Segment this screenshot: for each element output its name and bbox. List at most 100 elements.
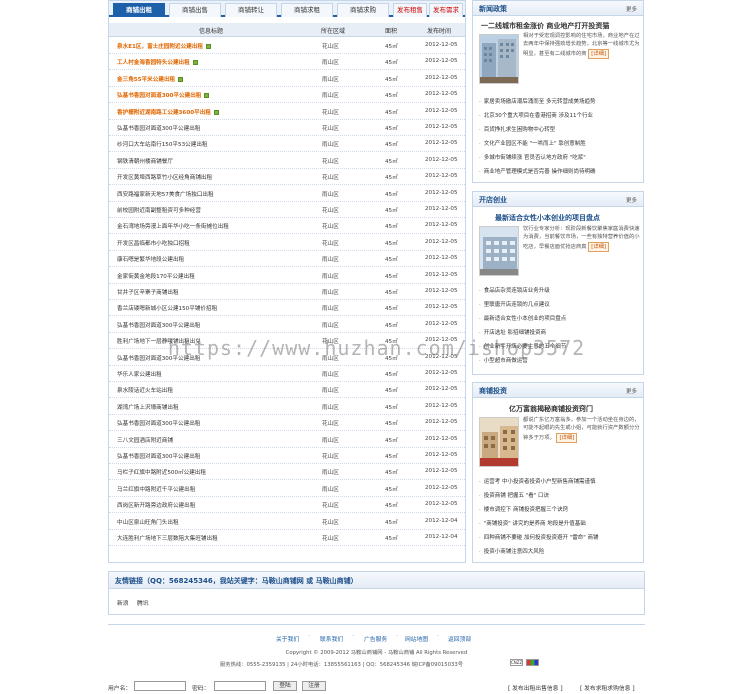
news-item[interactable]: 文化产业园区不能 "一哄而上" 靠创意制胜 — [479, 139, 586, 147]
startup-item[interactable]: 里联唐开店连锁的几点建议 — [479, 300, 550, 308]
password-input[interactable] — [214, 681, 266, 691]
table-row[interactable]: 开发区黄埠西路草竹小区经角商铺出租 花山区 45㎡ 2012-12-05 — [109, 169, 465, 186]
post-want-link[interactable]: [ 发布求租求购信息 ] — [580, 683, 635, 692]
startup-item[interactable]: 小型超市商做运营 — [479, 356, 528, 364]
table-row[interactable]: 康石嗯是繁华地段公建出租 雨山区 45㎡ 2012-12-05 — [109, 251, 465, 268]
table-row[interactable]: 西安路福家新天地57美食广场独口出租 雨山区 45㎡ 2012-12-05 — [109, 186, 465, 202]
table-row[interactable]: 弘基书香园对面道300平公建出租 花山区 45㎡ 2012-12-05 — [109, 415, 465, 432]
table-row[interactable]: 前校园附近南副整租资可多种经营 花山区 45㎡ 2012-12-05 — [109, 202, 465, 218]
listing-title-link[interactable]: 马栏子红旗中路附近500㎡公建出租 — [117, 468, 206, 476]
table-row[interactable]: 金石湾地场旁漫上面年华小吃一条街摊位出租 花山区 45㎡ 2012-12-05 — [109, 218, 465, 235]
username-input[interactable] — [134, 681, 186, 691]
listing-title-link[interactable]: 工人村金海香园特头公建出租 — [117, 58, 198, 66]
stats-badge-icon[interactable] — [526, 659, 539, 666]
listing-title-link[interactable]: 香兰店镂嗯新城小区公建150平铺价招租 — [117, 304, 217, 312]
table-row[interactable]: 胜利广场地下一层静哦铺出租出兑 花山区 45㎡ 2012-12-05 — [109, 333, 465, 350]
table-row[interactable]: 马兰红旗中路附近千平公建出租 雨山区 45㎡ 2012-12-05 — [109, 481, 465, 497]
table-row[interactable]: 香护栅附近湖南路工公建3600平出租 花山区 45㎡ 2012-12-05 — [109, 104, 465, 120]
listing-title-link[interactable]: 开发区黄埠西路草竹小区经角商铺出租 — [117, 173, 212, 181]
tab-shop-rent[interactable]: 商铺出租 — [113, 3, 165, 17]
listing-title-link[interactable]: 泉水E1区，富士庄园附近公建出租 — [117, 42, 212, 50]
table-row[interactable]: 泉水陵话近火车站出租 雨山区 45㎡ 2012-12-05 — [109, 382, 465, 399]
table-row[interactable]: 华乐人家公建出租 雨山区 45㎡ 2012-12-05 — [109, 366, 465, 382]
table-row[interactable]: 弘基书香园对面道300平公建出租 雨山区 45㎡ 2012-12-05 — [109, 317, 465, 333]
tab-shop-want-buy[interactable]: 商铺求购 — [337, 3, 389, 17]
news-item[interactable]: 多城市街铺续涨 官员否认地方政府 "吃浆" — [479, 153, 586, 161]
news-detail-button[interactable]: [详细] — [588, 48, 609, 60]
listing-title-link[interactable]: 前校园附近南副整租资可多种经营 — [117, 206, 201, 214]
listing-title-link[interactable]: 湖湾广场上沢壕商铺出租 — [117, 403, 179, 411]
table-row[interactable]: 钢铁清朝州楼商铺餐厅 花山区 45㎡ 2012-12-05 — [109, 153, 465, 169]
table-row[interactable]: 三八文园酒店附近商铺 雨山区 45㎡ 2012-12-05 — [109, 432, 465, 448]
listing-title-link[interactable]: 弘基书香园对面道300平公建出租 — [117, 124, 200, 132]
startup-thumbnail[interactable] — [479, 226, 519, 276]
news-item[interactable]: 家居卖场撤店潮后涌而至 多元转营成美场趋势 — [479, 97, 596, 105]
news-more-link[interactable]: 更多 — [626, 5, 637, 13]
table-row[interactable]: 工人村金海香园特头公建出租 雨山区 45㎡ 2012-12-05 — [109, 54, 465, 71]
invest-item[interactable]: 投资小商铺注意四大风险 — [479, 547, 545, 555]
listing-title-link[interactable]: 中山区泉山旺角门头出租 — [117, 518, 179, 526]
listing-title-link[interactable]: 钢铁清朝州楼商铺餐厅 — [117, 157, 173, 165]
table-row[interactable]: 马栏子红旗中路附近500㎡公建出租 雨山区 45㎡ 2012-12-05 — [109, 464, 465, 481]
invest-item[interactable]: 运营考 中小投资者投资小户型新售商铺需谨慎 — [479, 477, 596, 485]
listing-title-link[interactable]: 西岗区新开路旁边政府公建出租 — [117, 501, 195, 509]
footer-nav-about[interactable]: 关于我们 — [276, 634, 299, 643]
listing-title-link[interactable]: 西安路福家新天地57美食广场独口出租 — [117, 190, 214, 198]
startup-feature-title[interactable]: 最新适合女性小本创业的项目盘点 — [495, 213, 600, 223]
table-row[interactable]: 纱河口大车站南行150平53公建出租 雨山区 45㎡ 2012-12-05 — [109, 136, 465, 153]
listing-title-link[interactable]: 泉水陵话近火车站出租 — [117, 386, 173, 394]
table-row[interactable]: 弘基书香园对面道300平公建出租 雨山区 45㎡ 2012-12-05 — [109, 350, 465, 366]
table-row[interactable]: 甘井子区辛寨子商铺出租 雨山区 45㎡ 2012-12-05 — [109, 284, 465, 300]
table-row[interactable]: 弘基书香园对面道300平公建出租 雨山区 45㎡ 2012-12-05 — [109, 87, 465, 104]
listing-title-link[interactable]: 马兰红旗中路附近千平公建出租 — [117, 485, 195, 493]
listing-title-link[interactable]: 华乐人家公建出租 — [117, 370, 162, 378]
table-row[interactable]: 金三角55平米公建出租 雨山区 45㎡ 2012-12-05 — [109, 71, 465, 87]
footer-nav-contact[interactable]: 联系我们 — [320, 634, 343, 643]
cnzz-badge[interactable]: CNZZ — [510, 659, 523, 666]
friend-link-tencent[interactable]: 腾讯 — [137, 598, 149, 607]
news-item[interactable]: 百货挣扎求生困购物中心转型 — [479, 125, 556, 133]
listing-title-link[interactable]: 弘基书香园对面道300平公建出租 — [117, 452, 200, 460]
news-feature-title[interactable]: 一二线城市租金涨价 商业地产打开投资猫 — [481, 21, 609, 31]
listing-title-link[interactable]: 纱河口大车站南行150平53公建出租 — [117, 140, 208, 148]
listing-title-link[interactable]: 金石湾地场旁漫上面年华小吃一条街摊位出租 — [117, 222, 229, 230]
invest-item[interactable]: 楼市调控下 商铺投资把握三个诀窍 — [479, 505, 568, 513]
listing-title-link[interactable]: 弘基书香园对面道300平公建出租 — [117, 419, 200, 427]
listing-title-link[interactable]: 香护栅附近湖南路工公建3600平出租 — [117, 108, 219, 116]
startup-more-link[interactable]: 更多 — [626, 196, 637, 204]
tab-post-demand[interactable]: 发布需求 — [429, 3, 463, 17]
listing-title-link[interactable]: 甘井子区辛寨子商铺出租 — [117, 288, 179, 296]
table-row[interactable]: 弘基书香园对面道300平公建出租 花山区 45㎡ 2012-12-05 — [109, 120, 465, 136]
table-row[interactable]: 湖湾广场上沢壕商铺出租 雨山区 45㎡ 2012-12-05 — [109, 399, 465, 415]
friend-link-sina[interactable]: 新浪 — [117, 598, 129, 607]
listing-title-link[interactable]: 金三角55平米公建出租 — [117, 75, 184, 83]
listing-title-link[interactable]: 金家街黄金地段170平公建出租 — [117, 272, 195, 280]
tab-shop-transfer[interactable]: 商铺转让 — [225, 3, 277, 17]
table-row[interactable]: 西岗区新开路旁边政府公建出租 花山区 45㎡ 2012-12-05 — [109, 497, 465, 514]
listing-title-link[interactable]: 三八文园酒店附近商铺 — [117, 436, 173, 444]
startup-item[interactable]: 创业新手开店必要主意的五个细节 — [479, 342, 567, 350]
table-row[interactable]: 大连胜利广场地下三层数陪大集旺铺出租 花山区 45㎡ 2012-12-04 — [109, 530, 465, 546]
tab-shop-want-rent[interactable]: 商铺求租 — [281, 3, 333, 17]
startup-detail-button[interactable]: [详细] — [588, 241, 609, 253]
register-button[interactable]: 注册 — [302, 681, 326, 691]
listing-title-link[interactable]: 康石嗯是繁华地段公建出租 — [117, 255, 184, 263]
post-rent-sale-link[interactable]: [ 发布出租出售信息 ] — [508, 683, 563, 692]
listing-title-link[interactable]: 弘基书香园对面道300平公建出租 — [117, 91, 210, 99]
table-row[interactable]: 泉水E1区，富士庄园附近公建出租 花山区 45㎡ 2012-12-05 — [109, 38, 465, 54]
listing-title-link[interactable]: 开发区昌临都市小吃独口招租 — [117, 239, 190, 247]
invest-thumbnail[interactable] — [479, 417, 519, 467]
invest-item[interactable]: "商铺投资" 讲究的是养商 地段是升值基础 — [479, 519, 586, 527]
table-row[interactable]: 金家街黄金地段170平公建出租 雨山区 45㎡ 2012-12-05 — [109, 268, 465, 284]
startup-item[interactable]: 最新适合女性小本创业的项目盘点 — [479, 314, 567, 322]
listing-title-link[interactable]: 弘基书香园对面道300平公建出租 — [117, 321, 200, 329]
listing-title-link[interactable]: 大连胜利广场地下三层数陪大集旺铺出租 — [117, 534, 218, 542]
invest-item[interactable]: 四种商铺不要碰 加何投资投资避开 "雷命" 商铺 — [479, 533, 599, 541]
footer-nav-ads[interactable]: 广告服务 — [364, 634, 387, 643]
news-item[interactable]: 北京30个重大项目在香港招商 涉及11个行业 — [479, 111, 593, 119]
table-row[interactable]: 中山区泉山旺角门头出租 花山区 45㎡ 2012-12-04 — [109, 514, 465, 530]
invest-detail-button[interactable]: [详细] — [556, 432, 578, 444]
news-item[interactable]: 商业地产管理模式是否完善 操作细则尚待明确 — [479, 167, 596, 175]
invest-more-link[interactable]: 更多 — [626, 387, 637, 395]
listing-title-link[interactable]: 弘基书香园对面道300平公建出租 — [117, 354, 200, 362]
